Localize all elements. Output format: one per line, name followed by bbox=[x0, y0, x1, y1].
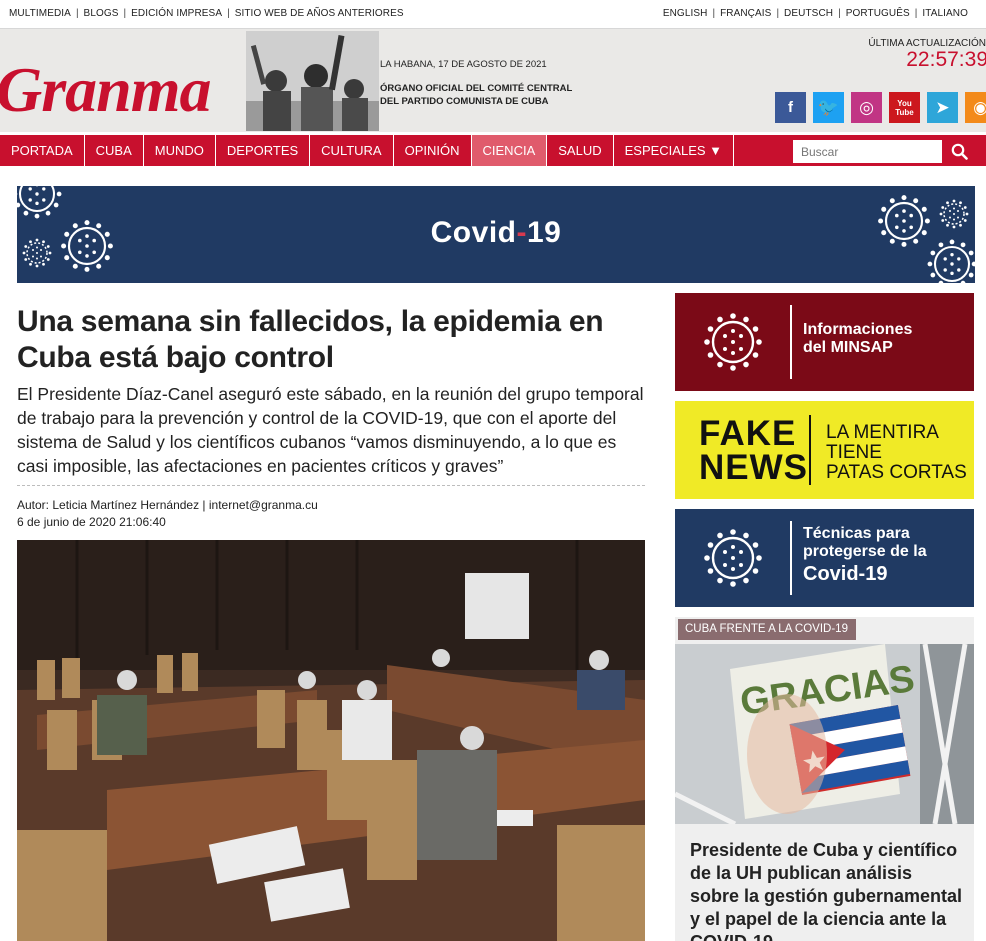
article-headline[interactable]: Una semana sin fallecidos, la epidemia e… bbox=[17, 304, 647, 376]
nav-item-cultura[interactable]: CULTURA bbox=[310, 135, 394, 166]
slogan-line3: PATAS CORTAS bbox=[826, 462, 967, 483]
virus-icon bbox=[704, 529, 762, 587]
search-icon bbox=[951, 143, 968, 160]
fake-word: FAKE bbox=[699, 414, 797, 453]
telegram-icon[interactable]: ➤ bbox=[927, 92, 958, 123]
language-links: ENGLISH | FRANÇAIS | DEUTSCH | PORTUGUÊS | I… bbox=[663, 8, 968, 19]
banner-separator bbox=[790, 521, 792, 595]
tecnicas-line1: Técnicas para bbox=[803, 525, 910, 542]
link-multimedia[interactable]: MULTIMEDIA bbox=[9, 8, 71, 19]
search-button[interactable] bbox=[942, 140, 976, 163]
nav-item-salud[interactable]: SALUD bbox=[547, 135, 614, 166]
instagram-icon[interactable]: ◎ bbox=[851, 92, 882, 123]
nav-item-cuba[interactable]: CUBA bbox=[85, 135, 144, 166]
related-story-card[interactable]: CUBA FRENTE A LA COVID-19 GRACIAS Presid… bbox=[675, 617, 974, 941]
minsap-banner-text: Informaciones del MINSAP bbox=[803, 321, 912, 357]
slogan-line2: TIENE bbox=[826, 442, 882, 463]
search-input[interactable]: Buscar bbox=[793, 140, 942, 163]
tecnicas-line2: protegerse de la bbox=[803, 543, 927, 560]
organo-oficial: ÓRGANO OFICIAL DEL COMITÉ CENTRAL DEL PA… bbox=[380, 82, 590, 108]
twitter-icon[interactable]: 🐦 bbox=[813, 92, 844, 123]
slogan-line1: LA MENTIRA bbox=[826, 422, 939, 443]
top-utility-bar: MULTIMEDIA | BLOGS | EDICIÓN IMPRESA | SITI… bbox=[0, 0, 986, 28]
article-lead: El Presidente Díaz-Canel aseguró este sá… bbox=[17, 384, 644, 476]
minsap-line1: Informaciones bbox=[803, 321, 913, 338]
granma-logo[interactable]: Granma bbox=[0, 39, 236, 125]
update-time: 22:57:39 bbox=[906, 48, 986, 71]
card-image: GRACIAS bbox=[675, 644, 974, 824]
banner-title-dash: - bbox=[516, 216, 527, 249]
lang-english[interactable]: ENGLISH bbox=[663, 8, 708, 19]
tecnicas-proteccion-banner[interactable]: Técnicas para protegerse de la Covid-19 bbox=[675, 509, 974, 607]
byline: Autor: Leticia Martínez Hernández | inte… bbox=[17, 497, 318, 531]
organo-line1: ÓRGANO OFICIAL DEL COMITÉ CENTRAL bbox=[380, 83, 573, 94]
banner-title-word: Covid bbox=[430, 216, 517, 249]
link-sitio-anterior[interactable]: SITIO WEB DE AÑOS ANTERIORES bbox=[235, 8, 404, 19]
author-line: Autor: Leticia Martínez Hernández | inte… bbox=[17, 498, 318, 512]
site-header: Granma LA HABANA, 17 DE AGOSTO DE 2021 Ó… bbox=[0, 28, 986, 132]
fake-news-banner[interactable]: FAKE NEWS LA MENTIRA TIENE PATAS CORTAS bbox=[675, 401, 974, 499]
article-photo bbox=[17, 540, 645, 941]
lang-deutsch[interactable]: DEUTSCH bbox=[784, 8, 833, 19]
minsap-info-banner[interactable]: Informaciones del MINSAP bbox=[675, 293, 974, 391]
fake-news-slogan: LA MENTIRA TIENE PATAS CORTAS bbox=[826, 423, 967, 483]
link-edicion-impresa[interactable]: EDICIÓN IMPRESA bbox=[131, 8, 222, 19]
social-icons: f 🐦 ◎ You Tube ➤ ◉ bbox=[775, 92, 986, 123]
nav-item-opinión[interactable]: OPINIÓN bbox=[394, 135, 472, 166]
minsap-line2: del MINSAP bbox=[803, 339, 893, 356]
nav-item-deportes[interactable]: DEPORTES bbox=[216, 135, 311, 166]
nav-item-mundo[interactable]: MUNDO bbox=[144, 135, 216, 166]
separator: | bbox=[712, 8, 716, 19]
separator: | bbox=[123, 8, 127, 19]
link-blogs[interactable]: BLOGS bbox=[84, 8, 119, 19]
covid-19-banner[interactable]: Covid-19 bbox=[17, 186, 975, 283]
fake-news-title: FAKE NEWS bbox=[699, 414, 808, 487]
banner-title-number: 19 bbox=[526, 216, 562, 249]
separator: | bbox=[75, 8, 79, 19]
separator: | bbox=[227, 8, 230, 19]
news-word: NEWS bbox=[699, 448, 808, 487]
publish-date: 6 de junio de 2020 21:06:40 bbox=[17, 515, 166, 529]
tecnicas-line3: Covid-19 bbox=[803, 563, 888, 585]
separator: | bbox=[838, 8, 841, 19]
rss-icon[interactable]: ◉ bbox=[965, 92, 986, 123]
organo-line2: DEL PARTIDO COMUNISTA DE CUBA bbox=[380, 96, 549, 107]
nav-item-ciencia[interactable]: CIENCIA bbox=[471, 135, 548, 166]
banner-separator bbox=[790, 305, 792, 379]
lang-portugues[interactable]: PORTUGUÊS bbox=[846, 8, 910, 19]
youtube-icon[interactable]: You Tube bbox=[889, 92, 920, 123]
header-revolution-photo bbox=[246, 31, 379, 131]
section-links: MULTIMEDIA | BLOGS | EDICIÓN IMPRESA | SITI… bbox=[9, 8, 404, 19]
nav-item-portada[interactable]: PORTADA bbox=[0, 135, 85, 166]
facebook-icon[interactable]: f bbox=[775, 92, 806, 123]
nav-item-especiales[interactable]: ESPECIALES ▼ bbox=[614, 135, 735, 166]
divider bbox=[17, 485, 645, 486]
virus-icon bbox=[704, 313, 762, 371]
card-headline[interactable]: Presidente de Cuba y científico de la UH… bbox=[690, 839, 965, 941]
lang-francais[interactable]: FRANÇAIS bbox=[720, 8, 771, 19]
dateline: LA HABANA, 17 DE AGOSTO DE 2021 bbox=[380, 59, 547, 70]
tecnicas-banner-text: Técnicas para protegerse de la Covid-19 bbox=[803, 525, 927, 587]
main-nav: PORTADA CUBA MUNDO DEPORTES CULTURA OPINIÓN CI… bbox=[0, 135, 986, 166]
separator: | bbox=[914, 8, 918, 19]
card-category-tag[interactable]: CUBA FRENTE A LA COVID-19 bbox=[678, 619, 856, 640]
lang-italiano[interactable]: ITALIANO bbox=[922, 8, 968, 19]
separator: | bbox=[776, 8, 780, 19]
banner-title: Covid-19 bbox=[17, 216, 975, 250]
logo-text: Granma bbox=[0, 54, 211, 125]
banner-separator bbox=[809, 415, 811, 485]
